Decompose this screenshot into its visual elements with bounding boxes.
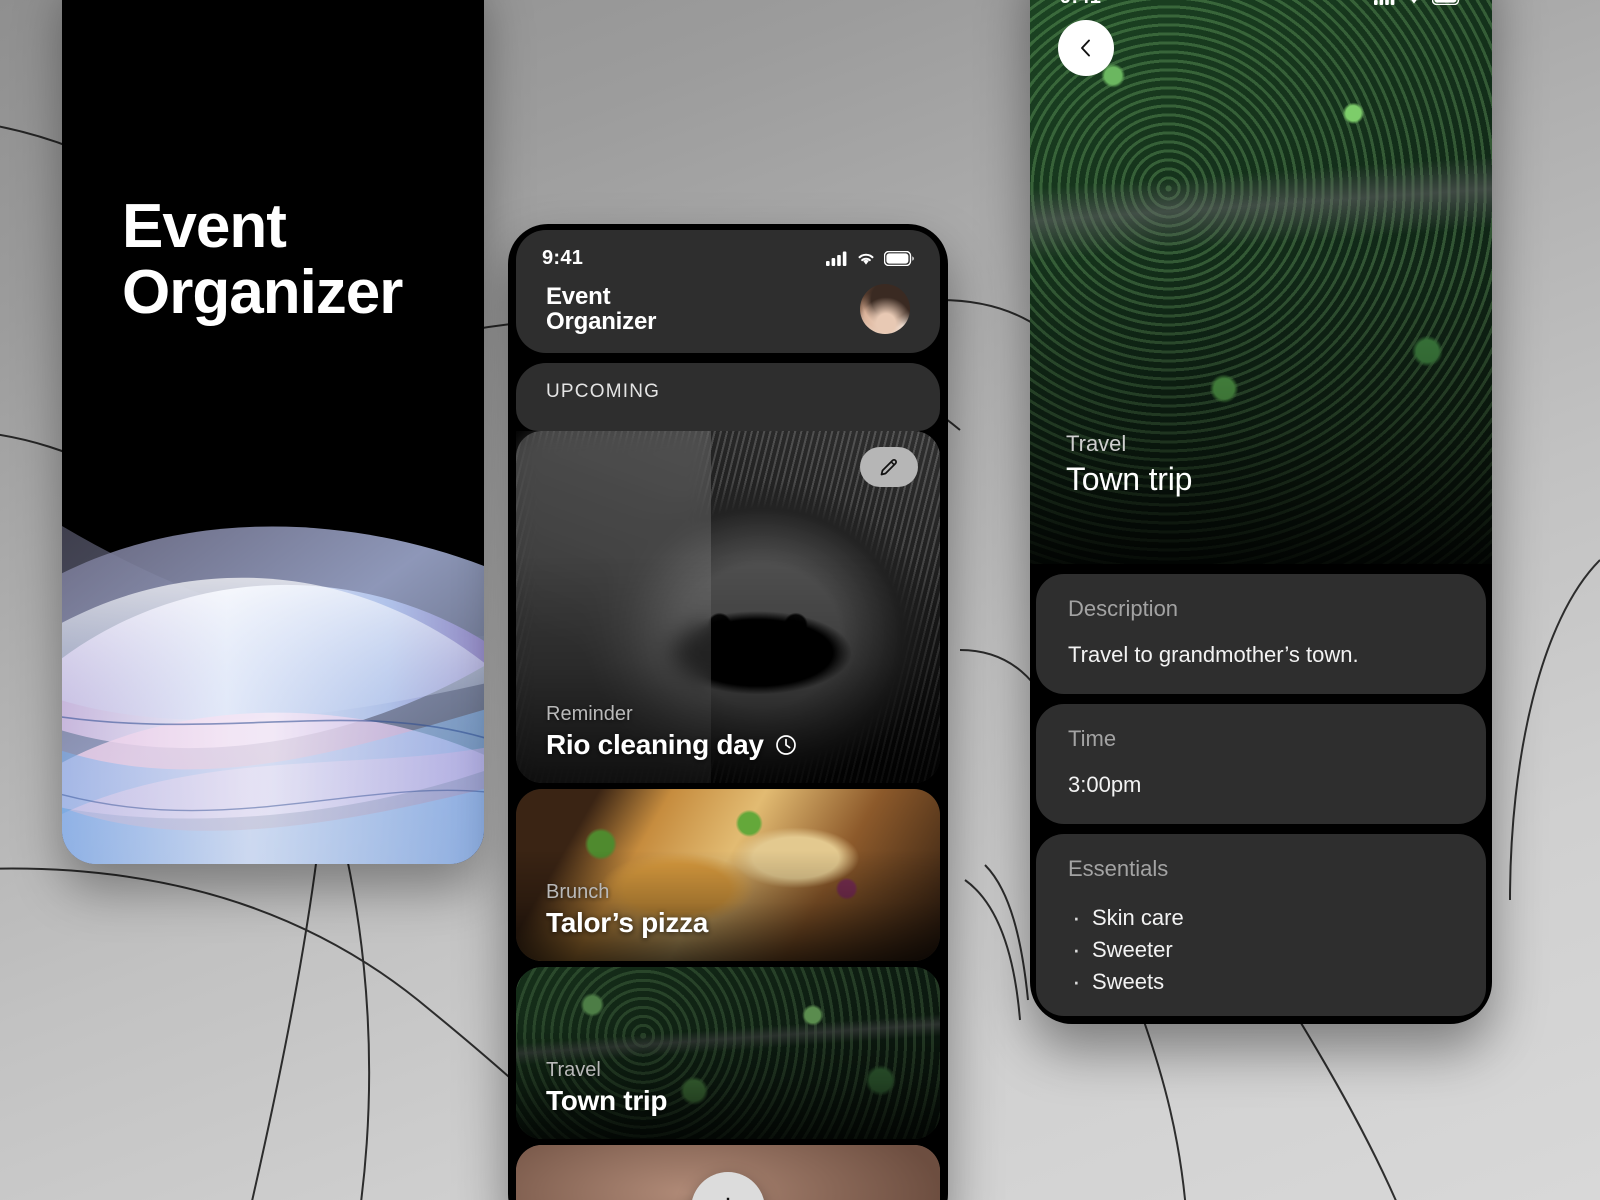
pencil-edit-icon: [880, 458, 897, 476]
battery-icon: [884, 250, 914, 266]
cover-phone: Event Organizer: [62, 0, 484, 864]
plus-icon: [726, 1197, 730, 1200]
event-card-reminder[interactable]: Reminder Rio cleaning day: [516, 430, 940, 783]
description-card: Description Travel to grandmother’s town…: [1036, 574, 1486, 694]
status-time: 9:41: [542, 246, 584, 269]
essentials-item: Sweeter: [1068, 931, 1454, 969]
chevron-left-icon: [1081, 39, 1090, 57]
cover-artwork-waves: [62, 444, 484, 864]
essentials-item: Sweets: [1068, 963, 1454, 1001]
time-value: 3:00pm: [1068, 772, 1142, 797]
app-title: Event Organizer: [546, 284, 656, 335]
essentials-card: Essentials Skin careSweeterSweets: [1036, 834, 1486, 1017]
event-category: Travel: [546, 1058, 601, 1081]
cover-title-line1: Event: [122, 192, 287, 261]
description-label: Description: [1068, 596, 1179, 621]
event-category: Reminder: [546, 702, 633, 725]
wifi-icon: [1409, 0, 1419, 4]
wifi-icon: [858, 253, 874, 265]
detail-status-bar: 9:41: [1030, 0, 1492, 9]
detail-title: Town trip: [1066, 461, 1193, 497]
list-status-bar: 9:41: [516, 236, 940, 280]
essentials-label: Essentials: [1068, 856, 1169, 881]
app-title-line2: Organizer: [546, 308, 657, 336]
status-time: 9:41: [1060, 0, 1101, 9]
essentials-item: Skin care: [1068, 899, 1454, 937]
event-title-row: Town trip: [546, 1084, 668, 1117]
detail-phone: 9:41: [1030, 0, 1492, 1024]
back-button[interactable]: [1058, 20, 1114, 76]
list-phone: 9:41 Event Organizer UPCOMING Reminder R…: [508, 224, 948, 1200]
event-card-travel[interactable]: Travel Town trip: [516, 966, 940, 1139]
event-title: Talor’s pizza: [546, 906, 709, 938]
event-card-brunch[interactable]: Brunch Talor’s pizza: [516, 788, 940, 961]
time-label: Time: [1068, 726, 1117, 751]
clock-icon: [775, 735, 796, 755]
signal-bars-icon: [826, 251, 847, 266]
app-title-line1: Event: [546, 283, 611, 310]
signal-bars-icon: [1374, 0, 1395, 5]
user-avatar[interactable]: [860, 284, 910, 335]
list-header-card: 9:41 Event Organizer: [516, 230, 940, 353]
event-category: Brunch: [546, 880, 610, 903]
upcoming-label: UPCOMING: [546, 380, 661, 402]
essentials-list: Skin careSweeterSweets: [1068, 899, 1454, 1001]
detail-hero: 9:41: [1030, 0, 1492, 564]
battery-icon: [1432, 0, 1460, 5]
time-card: Time 3:00pm: [1036, 704, 1486, 824]
event-title: Rio cleaning day: [546, 728, 764, 760]
event-title: Town trip: [546, 1084, 668, 1116]
event-title-row: Rio cleaning day: [546, 729, 797, 761]
event-title-row: Talor’s pizza: [546, 907, 708, 939]
upcoming-section-header: UPCOMING: [516, 362, 940, 431]
cover-title-line2: Organizer: [122, 258, 403, 328]
cover-artwork: [62, 444, 484, 864]
detail-category: Travel: [1066, 431, 1127, 456]
event-card-text: Reminder Rio cleaning day: [546, 703, 797, 761]
event-card-text: Travel Town trip: [546, 1058, 668, 1117]
edit-event-button[interactable]: [860, 446, 918, 487]
detail-hero-text: Travel Town trip: [1066, 431, 1192, 498]
event-card-text: Brunch Talor’s pizza: [546, 881, 708, 939]
description-value: Travel to grandmother’s town.: [1068, 642, 1359, 667]
cover-title: Event Organizer: [122, 192, 403, 328]
